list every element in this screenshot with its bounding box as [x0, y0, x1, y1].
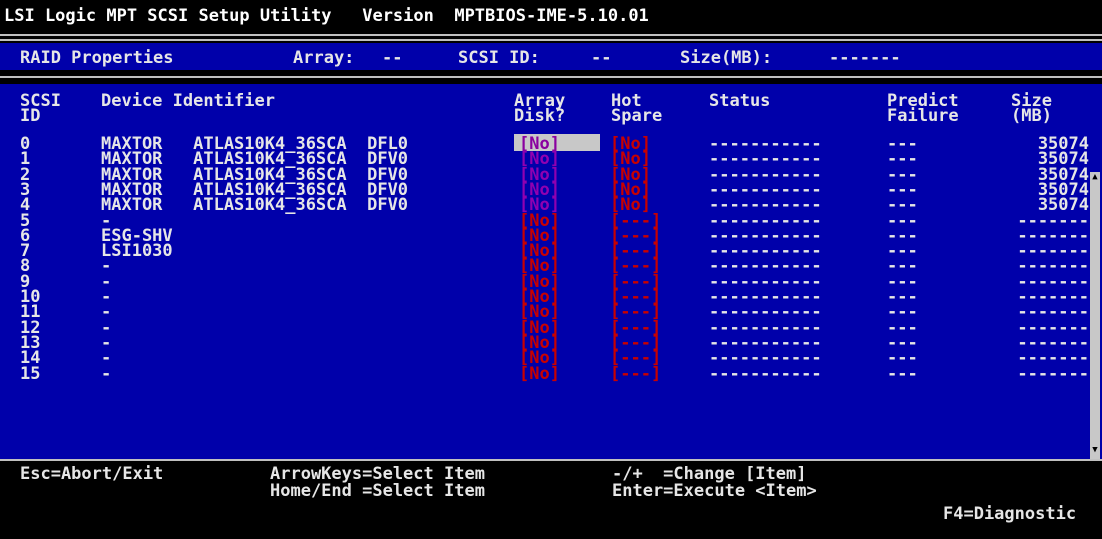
raid-properties-header: RAID Properties Array: -- SCSI ID: -- Si…: [0, 43, 1102, 70]
scroll-up-arrow-icon[interactable]: ▲: [1090, 172, 1100, 182]
predict-failure-cell: ---: [887, 364, 918, 384]
hot-spare-field[interactable]: [---]: [610, 365, 661, 383]
array-value: --: [382, 48, 403, 68]
help-enter: Enter=Execute <Item>: [612, 481, 817, 501]
separator-top: [0, 34, 1102, 36]
array-disk-field[interactable]: [No]: [519, 365, 560, 383]
device-table: SCSI ID Device Identifier Array Disk? Ho…: [0, 84, 1102, 461]
col-hot-2: Spare: [611, 106, 663, 126]
separator-mid: [0, 76, 1102, 78]
col-predict-2: Failure: [887, 106, 959, 126]
device-identifier-cell: MAXTOR ATLAS10K4_36SCA DFV0: [101, 195, 409, 215]
scrollbar[interactable]: [1090, 172, 1100, 460]
section-title: RAID Properties: [20, 48, 174, 68]
col-device: Device Identifier: [101, 91, 275, 111]
device-identifier-cell: LSI1030: [101, 241, 173, 261]
scsi-id-value: --: [591, 48, 612, 68]
separator-top-2: [0, 39, 1102, 41]
help-esc: Esc=Abort/Exit: [20, 464, 164, 484]
help-home-end: Home/End =Select Item: [270, 481, 485, 501]
col-size-2: (MB): [1011, 106, 1052, 126]
key-help-footer: Esc=Abort/Exit ArrowKeys=Select Item Hom…: [0, 461, 1102, 539]
array-label: Array:: [293, 48, 355, 68]
size-cell: -------: [1017, 364, 1089, 384]
scroll-down-arrow-icon[interactable]: ▼: [1090, 445, 1100, 455]
scsi-id-cell: 15: [20, 364, 41, 384]
app-title: LSI Logic MPT SCSI Setup Utility Version…: [4, 6, 649, 26]
help-f4: F4=Diagnostic: [943, 504, 1077, 524]
scsi-id-label: SCSI ID:: [458, 48, 540, 68]
size-label: Size(MB):: [680, 48, 773, 68]
device-identifier-cell: -: [101, 364, 112, 384]
col-array-2: Disk?: [514, 106, 566, 126]
status-cell: -----------: [709, 364, 822, 384]
col-status: Status: [709, 91, 771, 111]
col-scsi-id-2: ID: [20, 106, 41, 126]
size-value: -------: [829, 48, 901, 68]
title-bar: LSI Logic MPT SCSI Setup Utility Version…: [0, 0, 1102, 32]
